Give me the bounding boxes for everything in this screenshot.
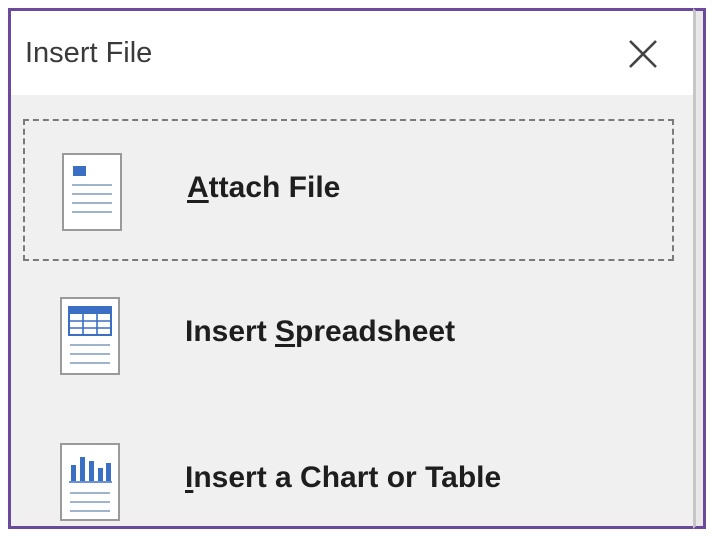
dialog-title: Insert File bbox=[25, 37, 153, 69]
frame-border-right bbox=[703, 8, 706, 529]
insert-spreadsheet-label: Insert Spreadsheet bbox=[185, 315, 456, 348]
close-icon bbox=[629, 40, 657, 68]
insert-spreadsheet-option[interactable]: Insert Spreadsheet bbox=[23, 265, 674, 407]
close-button[interactable] bbox=[622, 33, 664, 75]
attach-file-label: Attach File bbox=[187, 171, 341, 204]
dialog-header: Insert File bbox=[11, 11, 693, 95]
chart-document-icon bbox=[60, 443, 120, 521]
insert-file-dialog: Insert File Attach File Insert Spreadshe… bbox=[8, 8, 693, 529]
insert-chart-option[interactable]: Insert a Chart or Table bbox=[23, 411, 674, 526]
document-icon bbox=[62, 153, 122, 231]
attach-file-option[interactable]: Attach File bbox=[23, 119, 674, 261]
insert-chart-label: Insert a Chart or Table bbox=[185, 461, 502, 494]
spreadsheet-document-icon bbox=[60, 297, 120, 375]
